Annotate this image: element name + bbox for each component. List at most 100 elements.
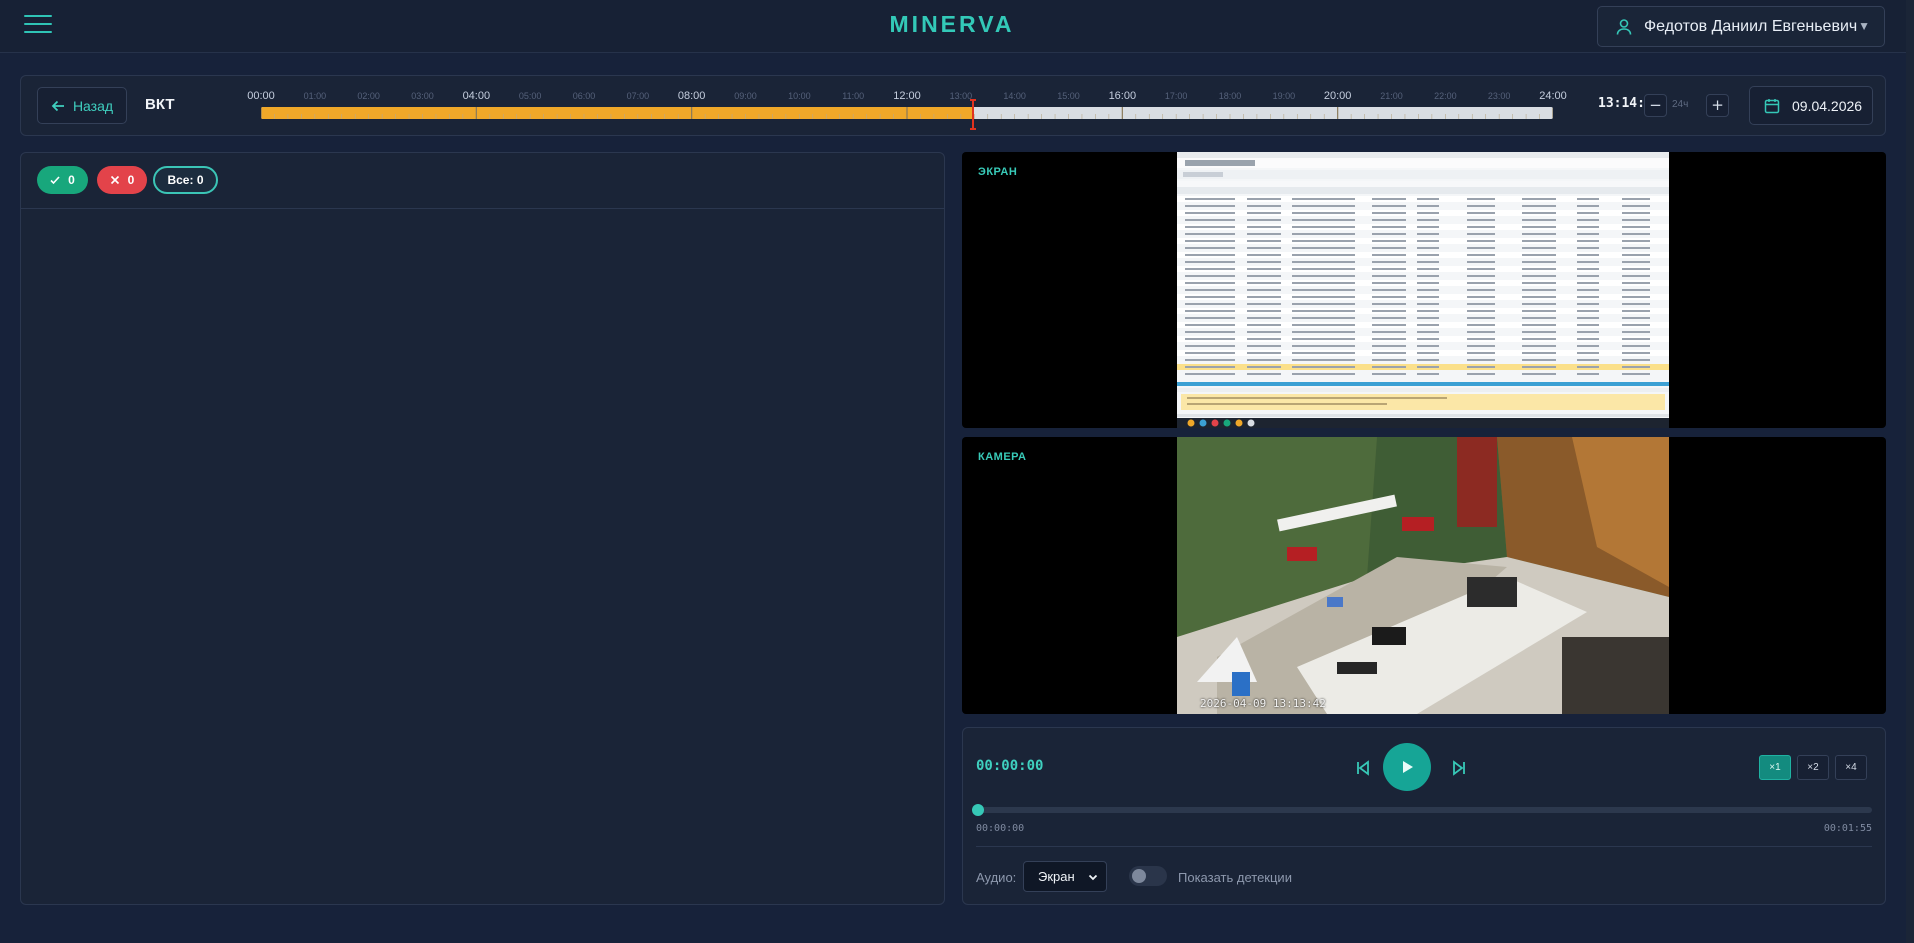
screen-cell xyxy=(1372,233,1406,235)
screen-cell xyxy=(1467,352,1495,354)
detections-toggle[interactable] xyxy=(1129,866,1167,886)
screen-cell xyxy=(1185,282,1207,284)
screen-cell xyxy=(1292,303,1328,305)
screen-cell xyxy=(1185,254,1207,256)
filter-all-chip[interactable]: Все: 0 xyxy=(153,166,218,194)
filter-all-count: 0 xyxy=(196,173,204,187)
screen-cell xyxy=(1417,359,1439,361)
speed-x2-button[interactable]: ×2 xyxy=(1797,755,1829,780)
screen-cell xyxy=(1417,233,1439,235)
screen-cell xyxy=(1247,345,1281,347)
screen-cell xyxy=(1207,303,1235,305)
screen-cell xyxy=(1292,247,1328,249)
screen-cell xyxy=(1417,247,1439,249)
filter-rejected-chip[interactable]: 0 xyxy=(97,166,147,194)
hour-label: 07:00 xyxy=(626,91,650,101)
taskbar-icon xyxy=(1235,419,1243,427)
screen-cell xyxy=(1417,205,1439,207)
skip-back-icon[interactable] xyxy=(1352,757,1374,779)
screen-cell xyxy=(1327,289,1355,291)
screen-cell xyxy=(1372,254,1406,256)
player-controls: 00:00:00 ×1 ×2 ×4 00:00:00 00:01:55 Ауди… xyxy=(962,727,1886,905)
screen-cell xyxy=(1622,219,1650,221)
zoom-in-button[interactable]: + xyxy=(1706,94,1729,117)
screen-cell xyxy=(1185,226,1207,228)
timeline-ruler[interactable]: 00:00 01:00 02:00 03:00 04:00 05:00 06:00 07:00… xyxy=(247,76,1573,136)
screen-cell xyxy=(1372,247,1406,249)
screen-cell xyxy=(1292,296,1328,298)
screen-cell xyxy=(1417,303,1439,305)
speed-x4-button[interactable]: ×4 xyxy=(1835,755,1867,780)
screen-cell xyxy=(1207,212,1235,214)
hour-label: 06:00 xyxy=(572,91,596,101)
screen-cell xyxy=(1577,310,1599,312)
screen-cell xyxy=(1207,240,1235,242)
screen-cell xyxy=(1372,289,1406,291)
audio-source-select[interactable]: Экран xyxy=(1023,861,1107,892)
top-bar: MINERVA Федотов Даниил Евгеньевич ▼ xyxy=(0,0,1914,53)
screen-cell xyxy=(1372,261,1406,263)
screen-cell xyxy=(1622,352,1650,354)
timeline-cursor[interactable] xyxy=(969,99,977,130)
calendar-icon xyxy=(1764,98,1780,113)
screen-cell xyxy=(1207,289,1235,291)
screen-cell xyxy=(1247,338,1281,340)
screen-cell xyxy=(1417,345,1439,347)
hour-label: 11:00 xyxy=(842,91,865,101)
screen-cell xyxy=(1622,212,1650,214)
hour-label: 19:00 xyxy=(1272,91,1296,101)
screen-cell xyxy=(1185,359,1207,361)
screen-cell xyxy=(1522,324,1556,326)
screen-cell xyxy=(1577,282,1599,284)
screen-cell xyxy=(1467,289,1495,291)
detections-label: Показать детекции xyxy=(1178,870,1292,885)
screen-cell xyxy=(1622,205,1650,207)
page-scrollbar[interactable] xyxy=(1906,0,1914,943)
screen-cell xyxy=(1577,324,1599,326)
screen-cell xyxy=(1522,310,1556,312)
screen-cell xyxy=(1247,366,1281,368)
zoom-out-button[interactable]: − xyxy=(1644,94,1667,117)
hour-label: 22:00 xyxy=(1434,91,1457,101)
screen-cell xyxy=(1372,275,1406,277)
screen-video[interactable]: ЭКРАН xyxy=(962,152,1886,428)
screen-cell xyxy=(1577,373,1599,375)
screen-cell xyxy=(1372,303,1406,305)
screen-cell xyxy=(1417,352,1439,354)
hour-label: 10:00 xyxy=(788,91,811,101)
speed-x1-button[interactable]: ×1 xyxy=(1759,755,1791,780)
screen-cell xyxy=(1622,310,1650,312)
screen-cell xyxy=(1185,345,1207,347)
screen-frame-image xyxy=(1177,152,1669,428)
screen-cell xyxy=(1327,317,1355,319)
screen-cell xyxy=(1467,212,1495,214)
progress-knob[interactable] xyxy=(972,804,984,816)
screen-cell xyxy=(1185,247,1207,249)
screen-cell xyxy=(1372,296,1406,298)
zoom-level: 24ч xyxy=(1672,99,1689,110)
screen-cell xyxy=(1417,198,1439,200)
camera-video[interactable]: КАМЕРА 2026-04-09 13:13:42 xyxy=(962,437,1886,714)
timeline-track[interactable] xyxy=(261,107,1553,119)
user-menu-button[interactable]: Федотов Даниил Евгеньевич ▼ xyxy=(1597,6,1885,47)
playback-progress[interactable] xyxy=(972,804,1872,816)
screen-cell xyxy=(1577,366,1599,368)
screen-cell xyxy=(1622,338,1650,340)
screen-cell xyxy=(1372,268,1406,270)
screen-cell xyxy=(1185,366,1207,368)
filter-confirmed-chip[interactable]: 0 xyxy=(37,166,88,194)
screen-cell xyxy=(1247,359,1281,361)
toggle-knob xyxy=(1132,869,1146,883)
skip-forward-icon[interactable] xyxy=(1448,757,1470,779)
taskbar-icon xyxy=(1187,419,1195,427)
screen-cell xyxy=(1292,324,1328,326)
screen-cell xyxy=(1577,205,1599,207)
screen-cell xyxy=(1622,303,1650,305)
screen-cell xyxy=(1247,331,1281,333)
screen-cell xyxy=(1467,303,1495,305)
date-picker-button[interactable]: 09.04.2026 xyxy=(1749,86,1873,125)
screen-cell xyxy=(1247,373,1281,375)
back-button[interactable]: Назад xyxy=(37,87,127,124)
play-button[interactable] xyxy=(1383,743,1431,791)
screen-cell xyxy=(1292,275,1328,277)
